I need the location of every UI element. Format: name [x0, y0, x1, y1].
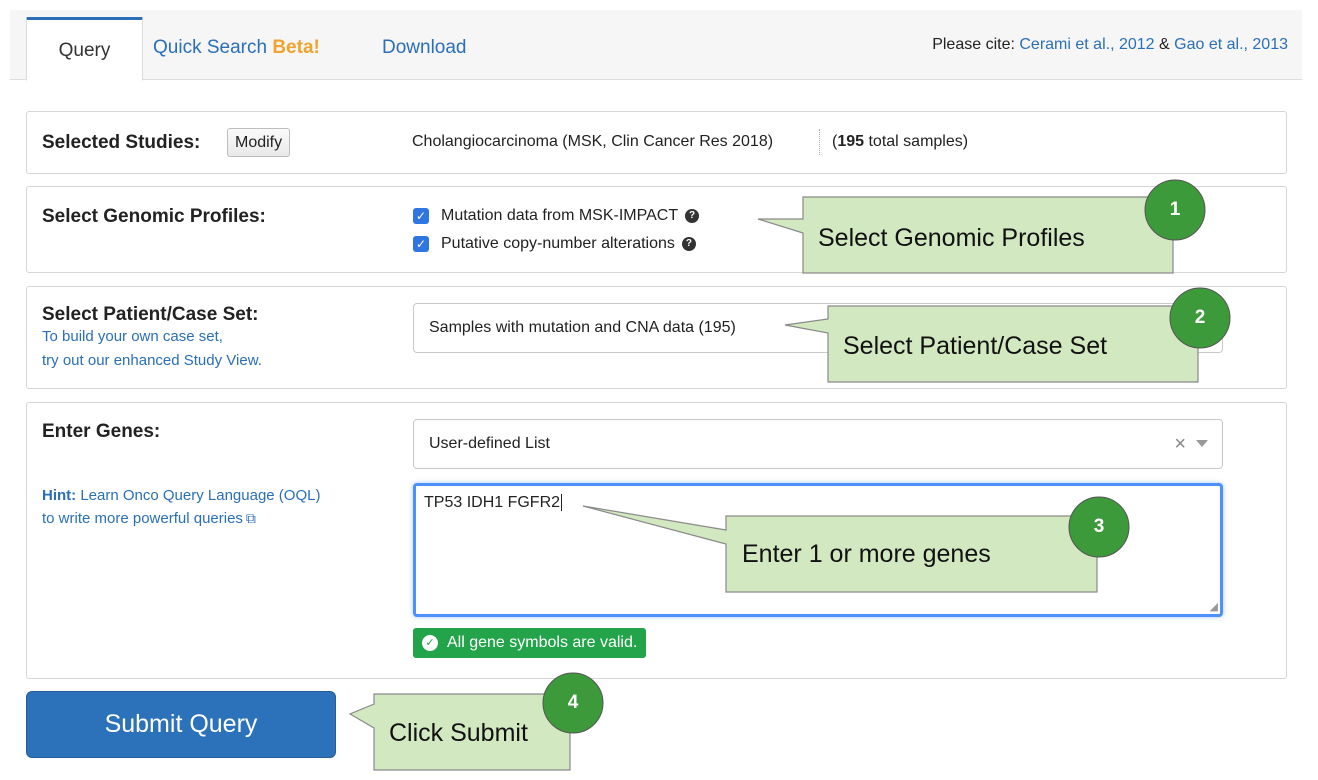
callout-text-3: Enter 1 or more genes	[742, 540, 991, 568]
callout-number-2: 2	[1194, 307, 1206, 328]
callout-text-4: Click Submit	[389, 719, 528, 747]
callout-overlay	[348, 179, 1231, 771]
callout-text-1: Select Genomic Profiles	[818, 224, 1085, 252]
callout-number-1: 1	[1169, 199, 1181, 220]
callout-text-2: Select Patient/Case Set	[843, 332, 1108, 360]
callout-number-4: 4	[567, 692, 579, 713]
callout-number-3: 3	[1093, 516, 1105, 537]
